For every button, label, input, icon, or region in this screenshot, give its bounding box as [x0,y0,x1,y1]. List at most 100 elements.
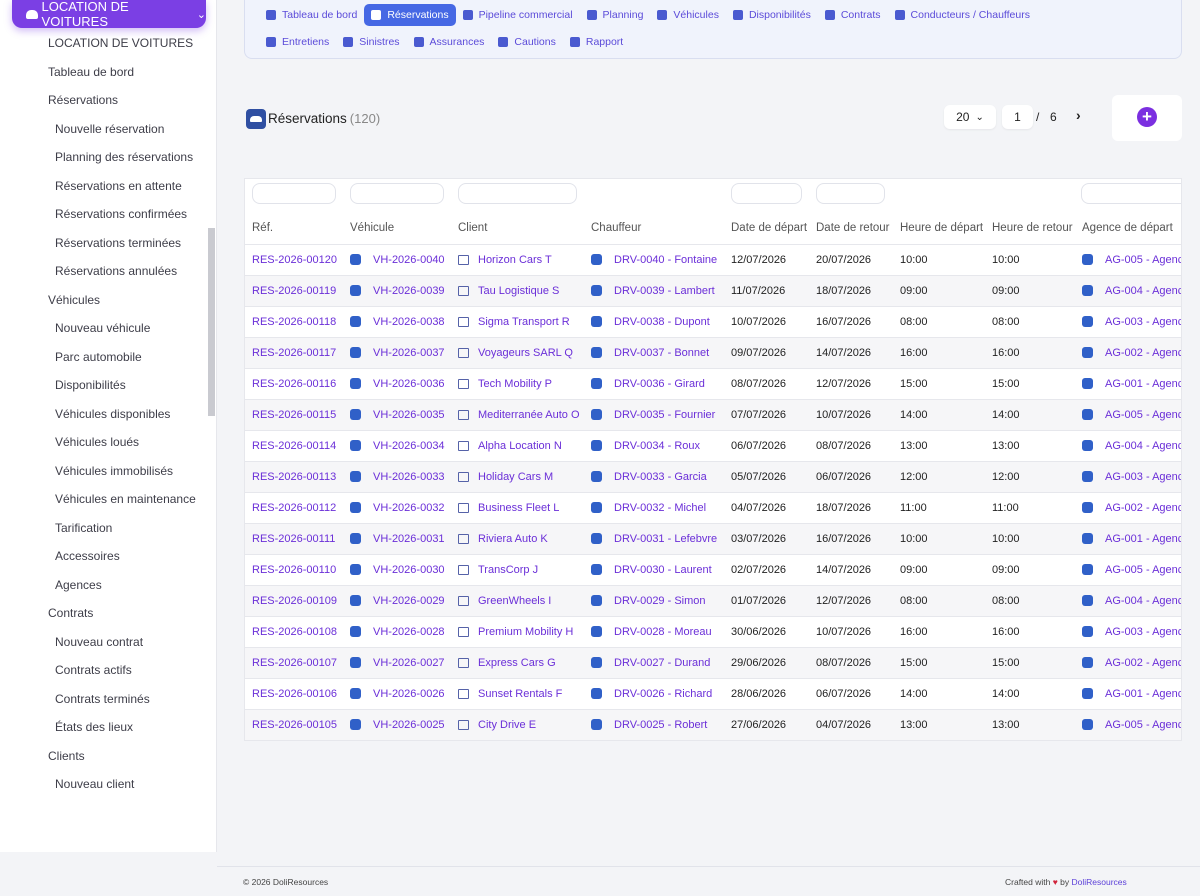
filter-ref-input[interactable] [252,183,336,204]
sidebar-item-planning-des-reservations[interactable]: Planning des réservations [0,143,208,172]
sidebar-item-nouvelle-reservation[interactable]: Nouvelle réservation [0,115,208,144]
client-link[interactable]: Premium Mobility H [478,626,573,638]
reservation-ref-link[interactable]: RES-2026-00117 [252,347,336,359]
table-row[interactable]: RES-2026-00117 VH-2026-0037 Voyageurs SARL… [245,337,1181,369]
vehicle-link[interactable]: VH-2026-0037 [373,347,445,359]
sidebar-item-contrats-actifs[interactable]: Contrats actifs [0,656,208,685]
client-link[interactable]: Horizon Cars T [478,254,552,266]
agency-link[interactable]: AG-004 - Agence [1105,440,1181,452]
column-header-vehicule[interactable]: Véhicule [343,212,451,245]
reservation-ref-link[interactable]: RES-2026-00113 [252,471,336,483]
client-link[interactable]: Voyageurs SARL Q [478,347,573,359]
column-header-chauffeur[interactable]: Chauffeur [584,212,724,245]
tab-vehicules[interactable]: Véhicules [650,4,726,26]
tab-rapport[interactable]: Rapport [563,31,630,53]
table-row[interactable]: RES-2026-00109 VH-2026-0029 GreenWheels I D… [245,585,1181,617]
driver-link[interactable]: DRV-0030 - Laurent [614,564,712,576]
filter-departure-date-input[interactable] [731,183,802,204]
client-link[interactable]: Sunset Rentals F [478,688,562,700]
agency-link[interactable]: AG-001 - Agence [1105,688,1181,700]
agency-link[interactable]: AG-004 - Agence [1105,595,1181,607]
reservation-ref-link[interactable]: RES-2026-00116 [252,378,336,390]
tab-planning[interactable]: Planning [580,4,651,26]
table-row[interactable]: RES-2026-00115 VH-2026-0035 Mediterranée A… [245,399,1181,431]
vehicle-link[interactable]: VH-2026-0029 [373,595,445,607]
app-menu-button[interactable]: LOCATION DE VOITURES ⌄ [12,0,206,29]
sidebar-item-vehicules-en-maintenance[interactable]: Véhicules en maintenance [0,485,208,514]
table-row[interactable]: RES-2026-00105 VH-2026-0025 City Drive E DR… [245,709,1181,740]
client-link[interactable]: Mediterranée Auto O [478,409,580,421]
driver-link[interactable]: DRV-0035 - Fournier [614,409,715,421]
sidebar-item-agences[interactable]: Agences [0,571,208,600]
client-link[interactable]: Business Fleet L [478,502,559,514]
sidebar-item-vehicules[interactable]: Véhicules [0,286,208,315]
driver-link[interactable]: DRV-0034 - Roux [614,440,700,452]
tab-disponibilites[interactable]: Disponibilités [726,4,818,26]
column-header-ref[interactable]: Réf. [245,212,343,245]
vehicle-link[interactable]: VH-2026-0032 [373,502,445,514]
driver-link[interactable]: DRV-0032 - Michel [614,502,706,514]
tab-sinistres[interactable]: Sinistres [336,31,406,53]
tab-tableau-de-bord[interactable]: Tableau de bord [259,4,364,26]
vehicle-link[interactable]: VH-2026-0027 [373,657,445,669]
add-reservation-button[interactable]: + [1137,107,1157,127]
table-row[interactable]: RES-2026-00119 VH-2026-0039 Tau Logistique… [245,275,1181,307]
vehicle-link[interactable]: VH-2026-0040 [373,254,445,266]
client-link[interactable]: Sigma Transport R [478,316,570,328]
reservation-ref-link[interactable]: RES-2026-00120 [252,254,337,266]
sidebar-item-reservations-en-attente[interactable]: Réservations en attente [0,172,208,201]
table-row[interactable]: RES-2026-00108 VH-2026-0028 Premium Mobili… [245,616,1181,648]
reservation-ref-link[interactable]: RES-2026-00112 [252,502,336,514]
vehicle-link[interactable]: VH-2026-0036 [373,378,445,390]
driver-link[interactable]: DRV-0027 - Durand [614,657,710,669]
page-number-input[interactable]: 1 [1002,105,1033,129]
driver-link[interactable]: DRV-0036 - Girard [614,378,705,390]
sidebar-item-accessoires[interactable]: Accessoires [0,542,208,571]
client-link[interactable]: GreenWheels I [478,595,551,607]
reservation-ref-link[interactable]: RES-2026-00110 [252,564,336,576]
sidebar-item-reservations-confirmees[interactable]: Réservations confirmées [0,200,208,229]
filter-client-input[interactable] [458,183,577,204]
tab-contrats[interactable]: Contrats [818,4,888,26]
sidebar-item-tarification[interactable]: Tarification [0,514,208,543]
driver-link[interactable]: DRV-0031 - Lefebvre [614,533,717,545]
table-row[interactable]: RES-2026-00112 VH-2026-0032 Business Fleet… [245,492,1181,524]
reservation-ref-link[interactable]: RES-2026-00111 [252,533,335,545]
column-header-client[interactable]: Client [451,212,584,245]
agency-link[interactable]: AG-002 - Agence [1105,502,1181,514]
agency-link[interactable]: AG-003 - Agence [1105,316,1181,328]
sidebar-item-nouveau-client[interactable]: Nouveau client [0,770,208,799]
vehicle-link[interactable]: VH-2026-0026 [373,688,445,700]
client-link[interactable]: Tech Mobility P [478,378,552,390]
tab-assurances[interactable]: Assurances [407,31,492,53]
driver-link[interactable]: DRV-0033 - Garcia [614,471,707,483]
client-link[interactable]: Express Cars G [478,657,556,669]
sidebar-item-reservations-terminees[interactable]: Réservations terminées [0,229,208,258]
vehicle-link[interactable]: VH-2026-0031 [373,533,445,545]
table-row[interactable]: RES-2026-00118 VH-2026-0038 Sigma Transpor… [245,306,1181,338]
agency-link[interactable]: AG-005 - Agence [1105,564,1181,576]
table-row[interactable]: RES-2026-00113 VH-2026-0033 Holiday Cars M… [245,461,1181,493]
sidebar-item-location-de-voitures[interactable]: LOCATION DE VOITURES [0,29,208,58]
vehicle-link[interactable]: VH-2026-0038 [373,316,445,328]
sidebar-item-clients[interactable]: Clients [0,742,208,771]
agency-link[interactable]: AG-003 - Agence [1105,626,1181,638]
sidebar-item-vehicules-disponibles[interactable]: Véhicules disponibles [0,400,208,429]
driver-link[interactable]: DRV-0037 - Bonnet [614,347,709,359]
driver-link[interactable]: DRV-0029 - Simon [614,595,706,607]
sidebar-item-tableau-de-bord[interactable]: Tableau de bord [0,58,208,87]
client-link[interactable]: Riviera Auto K [478,533,548,545]
sidebar-scrollbar[interactable] [208,228,215,416]
driver-link[interactable]: DRV-0040 - Fontaine [614,254,717,266]
sidebar-item-nouveau-vehicule[interactable]: Nouveau véhicule [0,314,208,343]
sidebar-item-vehicules-immobilises[interactable]: Véhicules immobilisés [0,457,208,486]
reservation-ref-link[interactable]: RES-2026-00105 [252,719,337,731]
tab-pipeline-commercial[interactable]: Pipeline commercial [456,4,580,26]
driver-link[interactable]: DRV-0039 - Lambert [614,285,715,297]
table-row[interactable]: RES-2026-00120 VH-2026-0040 Horizon Cars T… [245,244,1181,276]
filter-return-date-input[interactable] [816,183,885,204]
client-link[interactable]: Tau Logistique S [478,285,559,297]
vehicle-link[interactable]: VH-2026-0030 [373,564,445,576]
filter-vehicle-input[interactable] [350,183,444,204]
reservation-ref-link[interactable]: RES-2026-00115 [252,409,336,421]
